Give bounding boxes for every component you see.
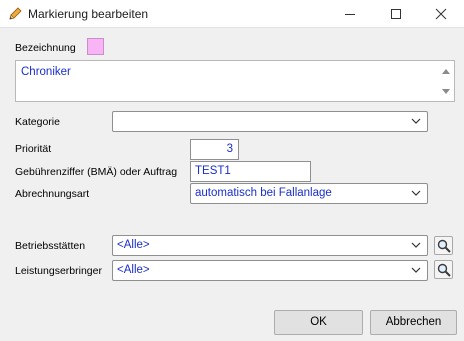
ok-button[interactable]: OK (274, 310, 363, 335)
betriebsstaetten-value: <Alle> (117, 239, 150, 251)
minimize-icon (345, 14, 355, 15)
title-bar: Markierung bearbeiten (0, 0, 464, 28)
leistungserbringer-select[interactable]: <Alle> (112, 260, 428, 281)
gebuehr-value: TEST1 (195, 165, 231, 177)
betriebsstaetten-label: Betriebsstätten (15, 240, 86, 252)
scroll-up-icon[interactable] (442, 69, 450, 74)
chevron-down-icon (411, 267, 421, 273)
betriebsstaetten-search-button[interactable] (434, 236, 453, 255)
abrechnungsart-label: Abrechnungsart (15, 188, 90, 200)
abrechnungsart-select[interactable]: automatisch bei Fallanlage (190, 183, 428, 204)
magnifier-icon (437, 263, 451, 277)
kategorie-select[interactable] (112, 111, 428, 132)
leistungserbringer-value: <Alle> (117, 264, 150, 276)
gebuehr-input[interactable]: TEST1 (190, 161, 311, 182)
window-title: Markierung bearbeiten (28, 7, 149, 21)
bezeichnung-label: Bezeichnung (15, 42, 76, 54)
maximize-icon (391, 9, 401, 19)
leistungserbringer-label: Leistungserbringer (15, 265, 102, 277)
pencil-icon (7, 6, 23, 22)
chevron-down-icon (411, 242, 421, 248)
prioritaet-input[interactable]: 3 (190, 139, 239, 160)
magnifier-icon (437, 239, 451, 253)
gebuehr-label: Gebührenziffer (BMÄ) oder Auftrag (15, 166, 178, 178)
leistungserbringer-search-button[interactable] (434, 260, 453, 279)
color-swatch-button[interactable] (87, 38, 104, 55)
kategorie-label: Kategorie (15, 116, 60, 128)
close-button[interactable] (418, 0, 464, 28)
chevron-down-icon (411, 118, 421, 124)
abrechnungsart-value: automatisch bei Fallanlage (195, 187, 332, 199)
bezeichnung-textarea[interactable]: Chroniker (15, 60, 455, 102)
textarea-scrollbar[interactable] (438, 61, 454, 101)
close-icon (435, 8, 447, 20)
prioritaet-value: 3 (226, 143, 233, 155)
bezeichnung-value: Chroniker (21, 66, 71, 78)
scroll-down-icon[interactable] (442, 89, 450, 94)
minimize-button[interactable] (327, 0, 373, 28)
chevron-down-icon (411, 190, 421, 196)
betriebsstaetten-select[interactable]: <Alle> (112, 235, 428, 256)
maximize-button[interactable] (373, 0, 419, 28)
cancel-button[interactable]: Abbrechen (370, 310, 457, 335)
dialog-window: Markierung bearbeiten Bezeichnung Chroni… (0, 0, 464, 341)
prioritaet-label: Priorität (15, 143, 52, 155)
